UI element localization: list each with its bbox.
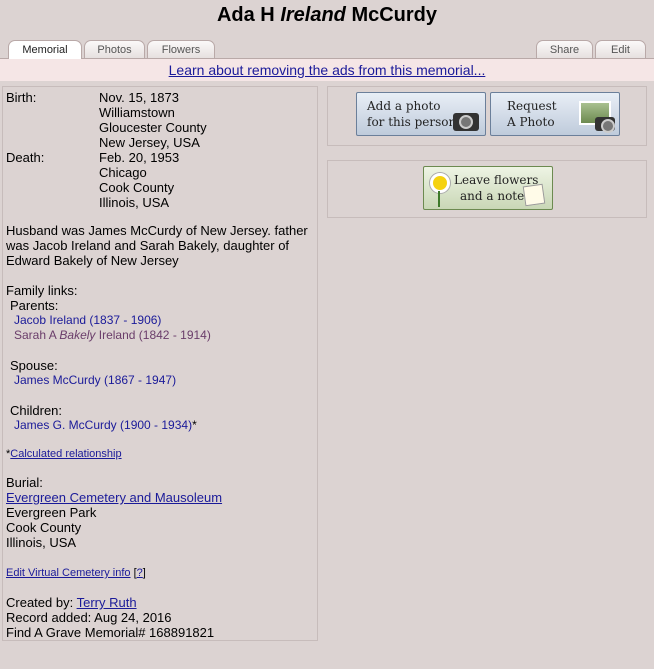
- death-county: Cook County: [99, 180, 175, 195]
- vcem-bracket-close: ]: [142, 567, 146, 579]
- child-mark: *: [192, 418, 197, 432]
- created-by-label: Created by:: [6, 595, 74, 610]
- tab-flowers[interactable]: Flowers: [147, 40, 215, 58]
- title-last-name: McCurdy: [351, 4, 438, 26]
- family-links-label: Family links:: [6, 283, 78, 298]
- burial-county: Cook County: [6, 520, 82, 535]
- leave-flowers-button[interactable]: Leave flowers and a note: [423, 166, 553, 210]
- death-city: Chicago: [99, 165, 147, 180]
- burial-label: Burial:: [6, 475, 43, 490]
- burial-state: Illinois, USA: [6, 535, 77, 550]
- child-link[interactable]: James G. McCurdy (1900 - 1934): [14, 418, 192, 432]
- parent-link-jacob[interactable]: Jacob Ireland (1837 - 1906): [14, 313, 161, 327]
- page-title: Ada H Ireland McCurdy: [0, 4, 654, 27]
- birth-county: Gloucester County: [99, 120, 207, 135]
- tab-edit[interactable]: Edit: [595, 40, 646, 58]
- spouse-link[interactable]: James McCurdy (1867 - 1947): [14, 373, 176, 387]
- flower-icon: [430, 173, 450, 193]
- children-label: Children:: [10, 403, 63, 418]
- camera-icon: [453, 113, 479, 131]
- request-line2: A Photo: [507, 115, 555, 129]
- bio-line: was Jacob Ireland and Sarah Bakely, daug…: [6, 238, 290, 253]
- parent2-rest: Ireland (1842 - 1914): [98, 328, 211, 342]
- birth-date: Nov. 15, 1873: [99, 90, 179, 105]
- memorial-details: Birth: Nov. 15, 1873 Williamstown Glouce…: [2, 86, 318, 641]
- tab-share[interactable]: Share: [536, 40, 593, 58]
- tab-bar: Memorial Photos Flowers Share Edit: [0, 38, 654, 59]
- bio-line: Edward Bakely of New Jersey: [6, 253, 179, 268]
- bio-line: Husband was James McCurdy of New Jersey.…: [6, 223, 308, 238]
- creator-link[interactable]: Terry Ruth: [77, 595, 137, 610]
- ad-banner: Learn about removing the ads from this m…: [0, 59, 654, 81]
- add-photo-line1: Add a photo: [367, 99, 441, 113]
- parents-label: Parents:: [10, 298, 59, 313]
- death-date: Feb. 20, 1953: [99, 150, 180, 165]
- camera-icon: [595, 117, 615, 133]
- birth-city: Williamstown: [99, 105, 175, 120]
- add-photo-button[interactable]: Add a photo for this person: [356, 92, 486, 136]
- birth-state: New Jersey, USA: [99, 135, 200, 150]
- flowers-box: Leave flowers and a note: [327, 160, 647, 218]
- note-icon: [522, 183, 546, 207]
- parent-link-sarah[interactable]: Sarah A Bakely Ireland (1842 - 1914): [14, 328, 211, 342]
- photo-actions-box: Add a photo for this person Request A Ph…: [327, 86, 647, 146]
- parent2-first: Sarah A: [14, 328, 57, 342]
- death-label: Death:: [6, 150, 45, 165]
- remove-ads-link[interactable]: Learn about removing the ads from this m…: [169, 62, 486, 78]
- title-maiden-name: Ireland: [280, 4, 346, 26]
- flower-stem-icon: [438, 191, 440, 207]
- request-line1: Request: [507, 99, 557, 113]
- parent2-maiden: Bakely: [59, 328, 96, 342]
- burial-city: Evergreen Park: [6, 505, 97, 520]
- tab-photos[interactable]: Photos: [84, 40, 145, 58]
- death-state: Illinois, USA: [99, 195, 170, 210]
- cemetery-link[interactable]: Evergreen Cemetery and Mausoleum: [6, 490, 222, 505]
- calculated-relationship-link[interactable]: Calculated relationship: [10, 448, 121, 460]
- birth-label: Birth:: [6, 90, 37, 105]
- add-photo-line2: for this person: [367, 115, 457, 129]
- record-added: Record added: Aug 24, 2016: [6, 610, 172, 625]
- title-first-name: Ada H: [216, 4, 275, 26]
- tab-memorial[interactable]: Memorial: [8, 40, 82, 59]
- spouse-label: Spouse:: [10, 358, 58, 373]
- memorial-id: Find A Grave Memorial# 168891821: [6, 625, 215, 640]
- request-photo-button[interactable]: Request A Photo: [490, 92, 620, 136]
- virtual-cemetery-link[interactable]: Edit Virtual Cemetery info: [6, 567, 131, 579]
